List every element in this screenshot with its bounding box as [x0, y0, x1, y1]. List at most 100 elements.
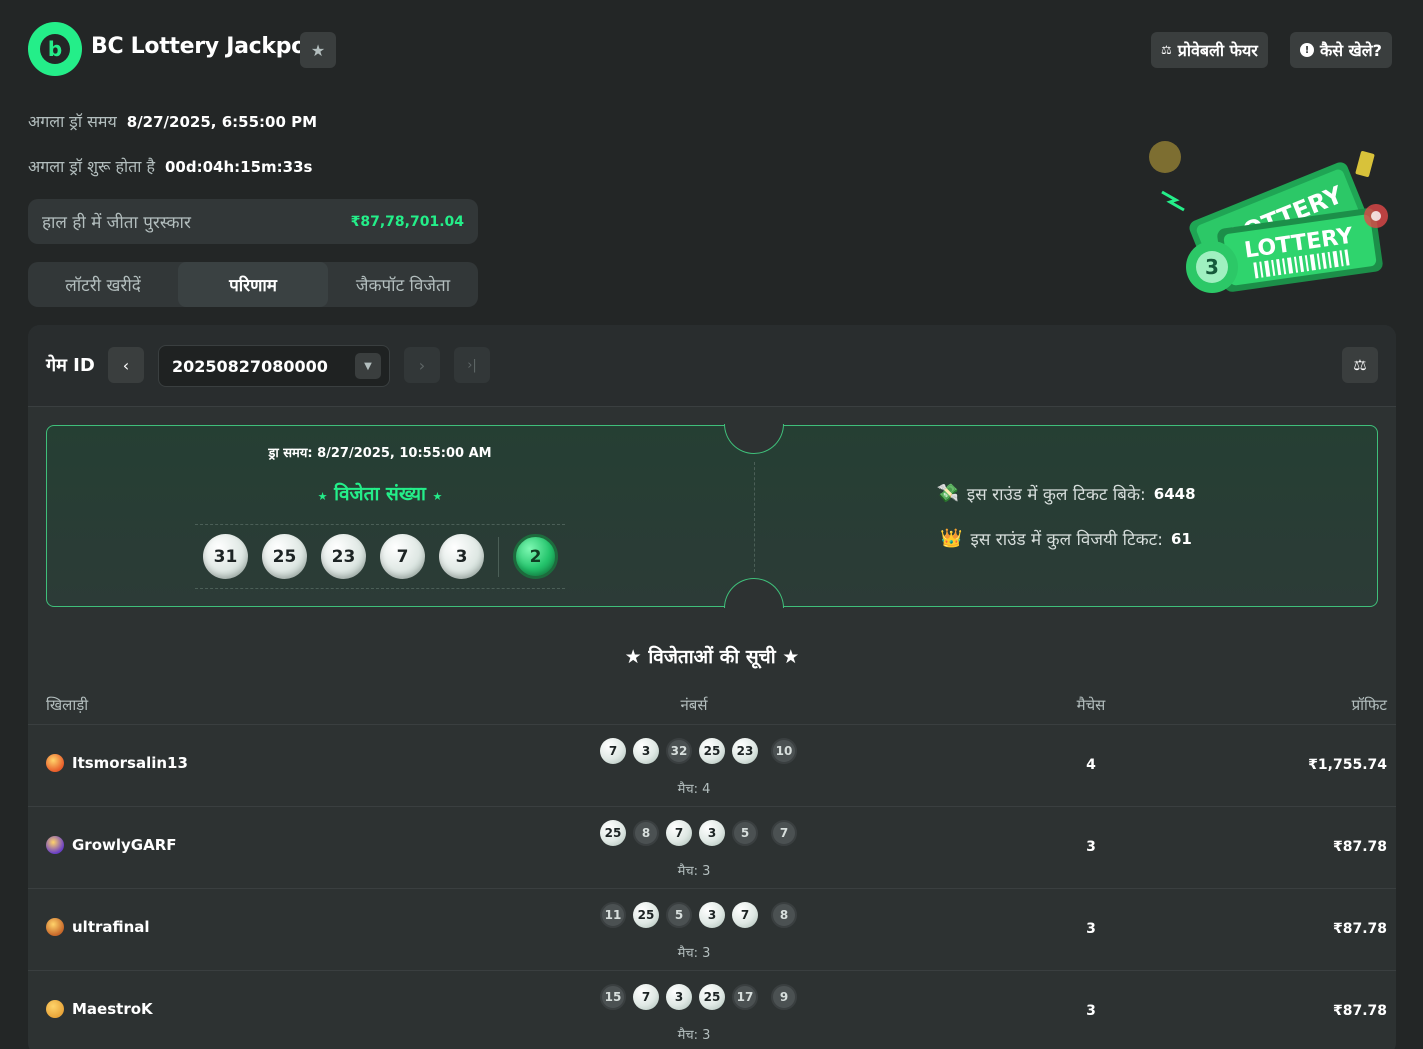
- avatar: [46, 754, 64, 772]
- number-ball: 8: [633, 820, 659, 846]
- ticket-numbers: 7 3 32 25 23 10: [600, 738, 797, 764]
- winner-player[interactable]: GrowlyGARF: [46, 836, 177, 854]
- app-logo: b: [28, 22, 82, 76]
- avatar: [46, 836, 64, 854]
- game-id-select[interactable]: 20250827080000 ▼: [158, 345, 390, 387]
- tab-buy-lottery[interactable]: लॉटरी खरीदें: [28, 262, 178, 307]
- number-ball: 3: [666, 984, 692, 1010]
- ticket-numbers: 15 7 3 25 17 9: [600, 984, 797, 1010]
- chevron-down-icon: ▼: [355, 353, 381, 379]
- winner-player[interactable]: MaestroK: [46, 1000, 153, 1018]
- number-ball: 7: [732, 902, 758, 928]
- match-count-label: मैच: 3: [677, 864, 711, 879]
- number-ball: 25: [699, 984, 725, 1010]
- avatar: [46, 1000, 64, 1018]
- number-ball: 3: [633, 738, 659, 764]
- matches-value: 3: [1086, 921, 1096, 937]
- money-icon: 💸: [936, 483, 959, 504]
- number-ball: 9: [771, 984, 797, 1010]
- column-header-matches: मैचेस: [1076, 696, 1106, 714]
- avatar: [46, 918, 64, 936]
- chevron-left-icon: ‹: [122, 355, 130, 375]
- number-ball: 17: [732, 984, 758, 1010]
- jackpot-ball: 2: [513, 534, 558, 579]
- tab-jackpot-winners[interactable]: जैकपॉट विजेता: [328, 262, 478, 307]
- match-count-label: मैच: 3: [677, 946, 711, 961]
- row-divider: [28, 970, 1396, 971]
- winning-numbers-title: ★ विजेता संख्या ★: [317, 483, 443, 505]
- player-name: ultrafinal: [72, 918, 150, 936]
- match-count-label: मैच: 3: [677, 1028, 711, 1043]
- latest-game-button[interactable]: ›|: [454, 347, 490, 383]
- next-draw-time: अगला ड्रॉ समय 8/27/2025, 6:55:00 PM: [28, 112, 318, 131]
- verify-button[interactable]: ⚖: [1342, 347, 1378, 383]
- number-ball: 7: [633, 984, 659, 1010]
- provably-fair-button[interactable]: ⚖ प्रोवेबली फेयर: [1151, 32, 1268, 68]
- draw-time: ड्रा समय: 8/27/2025, 10:55:00 AM: [268, 446, 492, 461]
- provably-fair-label: प्रोवेबली फेयर: [1177, 41, 1258, 60]
- row-divider: [28, 888, 1396, 889]
- tickets-sold: 💸 इस राउंड में कुल टिकट बिके: 6448: [936, 483, 1196, 505]
- chevron-right-icon: ›: [418, 355, 426, 375]
- matches-value: 3: [1086, 839, 1096, 855]
- previous-game-button[interactable]: ‹: [108, 347, 144, 383]
- number-ball: 7: [771, 820, 797, 846]
- profit-value: ₹87.78: [1332, 839, 1387, 855]
- number-ball: 25: [699, 738, 725, 764]
- next-game-button[interactable]: ›: [404, 347, 440, 383]
- app-title: BC Lottery Jackpot: [91, 34, 317, 59]
- column-header-profit: प्रॉफिट: [1351, 696, 1387, 714]
- scale-icon: ⚖: [1353, 356, 1367, 374]
- player-name: Itsmorsalin13: [72, 754, 188, 772]
- winning-ball: 23: [321, 534, 366, 579]
- profit-value: ₹87.78: [1332, 921, 1387, 937]
- star-icon: ★: [624, 646, 642, 668]
- row-divider: [28, 806, 1396, 807]
- number-ball: 25: [600, 820, 626, 846]
- number-ball: 3: [699, 902, 725, 928]
- star-icon: ★: [782, 646, 800, 668]
- winning-ball: 25: [262, 534, 307, 579]
- game-id-value: 20250827080000: [172, 356, 328, 376]
- profit-value: ₹87.78: [1332, 1003, 1387, 1019]
- number-ball: 23: [732, 738, 758, 764]
- winning-ball: 7: [380, 534, 425, 579]
- number-ball: 10: [771, 738, 797, 764]
- tab-results[interactable]: परिणाम: [178, 262, 328, 307]
- winning-tickets: 👑 इस राउंड में कुल विजयी टिकट: 61: [940, 528, 1192, 550]
- ticket-numbers: 25 8 7 3 5 7: [600, 820, 797, 846]
- tab-bar: लॉटरी खरीदें परिणाम जैकपॉट विजेता: [28, 262, 478, 307]
- number-ball: 32: [666, 738, 692, 764]
- number-ball: 15: [600, 984, 626, 1010]
- number-ball: 5: [666, 902, 692, 928]
- info-icon: !: [1300, 43, 1314, 57]
- number-ball: 3: [699, 820, 725, 846]
- row-divider: [28, 724, 1396, 725]
- winning-ball: 31: [203, 534, 248, 579]
- number-ball: 25: [633, 902, 659, 928]
- matches-value: 3: [1086, 1003, 1096, 1019]
- matches-value: 4: [1086, 757, 1096, 773]
- column-header-numbers: नंबर्स: [680, 696, 708, 714]
- number-ball: 7: [666, 820, 692, 846]
- crown-icon: 👑: [940, 528, 963, 549]
- game-id-label: गेम ID: [46, 355, 95, 376]
- player-name: MaestroK: [72, 1000, 153, 1018]
- match-count-label: मैच: 4: [677, 782, 711, 797]
- number-ball: 5: [732, 820, 758, 846]
- winning-numbers: 31 25 23 7 3 2: [195, 524, 565, 589]
- winner-player[interactable]: Itsmorsalin13: [46, 754, 188, 772]
- player-name: GrowlyGARF: [72, 836, 177, 854]
- next-draw-countdown: अगला ड्रॉ शुरू होता है 00d:04h:15m:33s: [28, 157, 313, 176]
- how-to-play-button[interactable]: ! कैसे खेले?: [1290, 32, 1392, 68]
- skip-end-icon: ›|: [467, 357, 477, 373]
- number-ball: 11: [600, 902, 626, 928]
- favorite-star-button[interactable]: ★: [300, 32, 336, 68]
- star-icon: ★: [310, 40, 326, 60]
- profit-value: ₹1,755.74: [1308, 757, 1387, 773]
- winner-player[interactable]: ultrafinal: [46, 918, 150, 936]
- winning-ball: 3: [439, 534, 484, 579]
- winners-list-title: ★ विजेताओं की सूची ★: [624, 646, 800, 668]
- svg-text:3: 3: [1205, 255, 1219, 279]
- column-header-player: खिलाड़ी: [46, 696, 89, 714]
